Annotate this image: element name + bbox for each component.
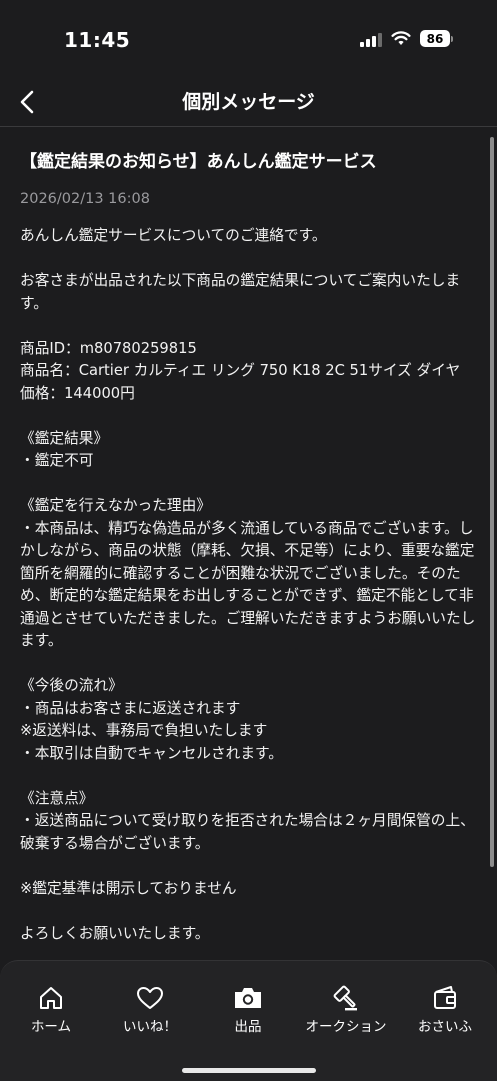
battery-level: 86	[420, 30, 450, 47]
item-name: 商品名：Cartier カルティエ リング 750 K18 2C 51サイズ ダ…	[20, 362, 461, 379]
tab-label: オークション	[305, 1019, 387, 1035]
reason-text: ・本商品は、精巧な偽造品が多く流通している商品でございます。しかしながら、商品の…	[20, 519, 476, 650]
message-content[interactable]: 【鑑定結果のお知らせ】あんしん鑑定サービス 2026/02/13 16:08 あ…	[0, 127, 497, 960]
tab-likes[interactable]: いいね！	[100, 961, 200, 1041]
cellular-signal-icon	[360, 31, 382, 47]
status-bar: 11:45 86	[0, 0, 497, 78]
battery-icon: 86	[420, 30, 453, 47]
tab-label: 出品	[234, 1019, 262, 1035]
flow-item: ※返送料は、事務局で負担いたします	[20, 722, 268, 739]
home-indicator	[182, 1068, 316, 1073]
flow-item: ・本取引は自動でキャンセルされます。	[20, 744, 283, 762]
heart-icon	[137, 987, 163, 1009]
tab-home[interactable]: ホーム	[1, 961, 101, 1041]
navigation-bar: 個別メッセージ	[0, 78, 497, 127]
notes-text: ・返送商品について受け取りを拒否された場合は２ヶ月間保管の上、破棄する場合がござ…	[20, 812, 475, 852]
tab-label: おさいふ	[418, 1019, 472, 1035]
gavel-icon	[333, 985, 357, 1011]
status-time: 11:45	[64, 28, 131, 52]
tab-label: いいね！	[123, 1019, 177, 1035]
message-intro: あんしん鑑定サービスについてのご連絡です。	[20, 227, 327, 244]
reason-heading: 《鑑定を行えなかった理由》	[20, 497, 211, 514]
tab-sell[interactable]: 出品	[198, 961, 298, 1041]
tab-bar: ホーム いいね！ 出品 オークション おさいふ	[0, 960, 497, 1081]
flow-heading: 《今後の流れ》	[20, 677, 123, 694]
item-price: 価格：144000円	[20, 384, 135, 402]
message-lead: お客さまが出品された以下商品の鑑定結果についてご案内いたします。	[20, 272, 461, 312]
result-heading: 《鑑定結果》	[20, 429, 109, 447]
item-id: 商品ID：m80780259815	[20, 339, 197, 357]
page-title: 個別メッセージ	[182, 91, 315, 113]
wifi-icon	[391, 31, 411, 45]
criteria-note: ※鑑定基準は開示しておりません	[20, 879, 237, 897]
message-date: 2026/02/13 16:08	[20, 191, 150, 207]
message-body: あんしん鑑定サービスについてのご連絡です。 お客さまが出品された以下商品の鑑定結…	[20, 225, 478, 945]
tab-label: ホーム	[30, 1019, 72, 1035]
tab-auction[interactable]: オークション	[296, 961, 396, 1041]
tab-wallet[interactable]: おさいふ	[395, 961, 495, 1041]
result-value: ・鑑定不可	[20, 452, 94, 469]
message-title: 【鑑定結果のお知らせ】あんしん鑑定サービス	[20, 152, 377, 172]
home-icon	[40, 987, 62, 1009]
status-icons: 86	[360, 30, 453, 47]
scrollbar[interactable]	[490, 137, 494, 867]
wallet-icon	[434, 986, 456, 1009]
camera-icon	[235, 988, 261, 1008]
notes-heading: 《注意点》	[20, 789, 94, 807]
closing-text: よろしくお願いいたします。	[20, 924, 210, 942]
flow-item: ・商品はお客さまに返送されます	[20, 699, 241, 717]
